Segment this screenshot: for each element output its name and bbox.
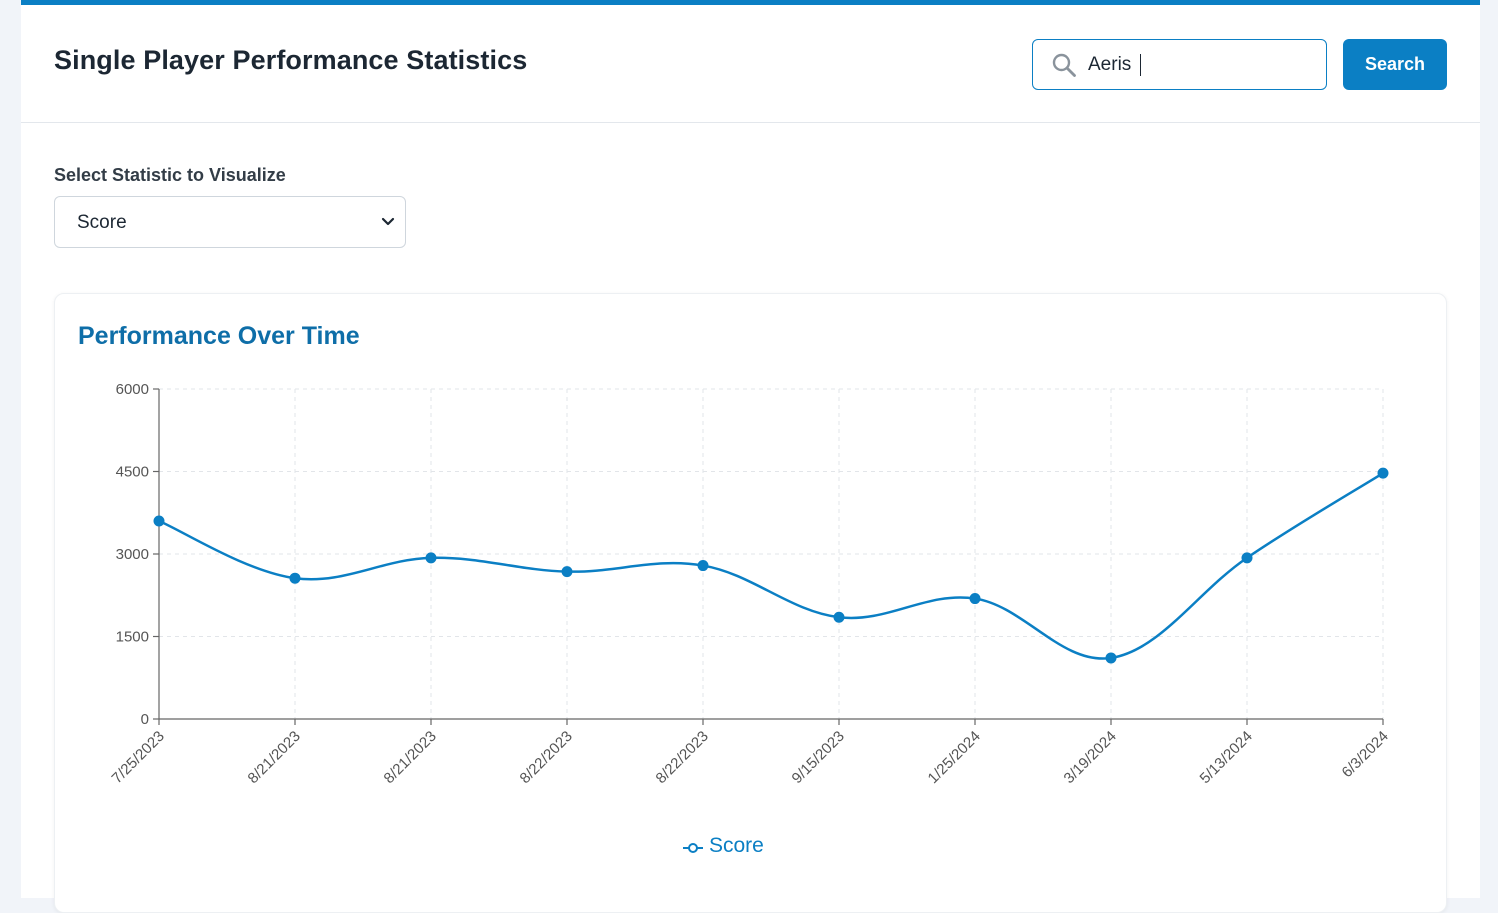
performance-line-chart: 0 1500 3000 4500 6000 7/25/2023 8/21/2023 8/21/… (109, 381, 1392, 787)
x-tick-label: 8/22/2023 (517, 728, 576, 787)
search-input[interactable] (1088, 40, 1308, 89)
search-icon (1052, 53, 1076, 77)
search-box[interactable] (1032, 39, 1327, 90)
y-tick-label: 3000 (116, 546, 149, 563)
x-tick-label: 7/25/2023 (109, 728, 168, 787)
statistic-select-label: Select Statistic to Visualize (54, 165, 286, 185)
data-point (153, 515, 165, 527)
y-tick-label: 1500 (116, 629, 149, 646)
app-shell: Single Player Performance Statistics Sea… (21, 0, 1480, 913)
data-point (1241, 552, 1253, 564)
data-point (425, 552, 437, 564)
x-tick-label: 8/21/2023 (381, 728, 440, 787)
data-point (833, 611, 845, 623)
series-line-score (158, 472, 1384, 660)
x-tick-label: 8/22/2023 (653, 728, 712, 787)
text-caret (1140, 54, 1141, 76)
chevron-down-icon (381, 217, 395, 226)
page-header: Single Player Performance Statistics Sea… (21, 5, 1480, 123)
data-point (697, 560, 709, 572)
y-tick-label: 6000 (116, 381, 149, 398)
legend-line-marker-icon (683, 843, 703, 853)
search-button[interactable]: Search (1343, 39, 1447, 90)
x-tick-label: 8/21/2023 (245, 728, 304, 787)
chart-card: Performance Over Time 0 1500 3000 4500 6000 7… (54, 293, 1447, 913)
statistic-select[interactable]: Score (54, 196, 406, 248)
legend-label: Score (709, 834, 764, 857)
data-point (1105, 652, 1117, 664)
statistic-select-value: Score (77, 212, 127, 233)
y-tick-label: 0 (141, 711, 149, 728)
page-title: Single Player Performance Statistics (54, 45, 528, 75)
x-tick-label: 5/13/2024 (1197, 728, 1256, 787)
x-tick-label: 6/3/2024 (1339, 728, 1392, 781)
x-tick-label: 9/15/2023 (789, 728, 848, 787)
y-tick-label: 4500 (116, 464, 149, 481)
data-point (969, 593, 981, 605)
x-tick-label: 1/25/2024 (925, 728, 984, 787)
data-point (1377, 467, 1389, 479)
data-point (289, 572, 301, 584)
x-tick-label: 3/19/2024 (1061, 728, 1120, 787)
data-point (561, 566, 573, 578)
